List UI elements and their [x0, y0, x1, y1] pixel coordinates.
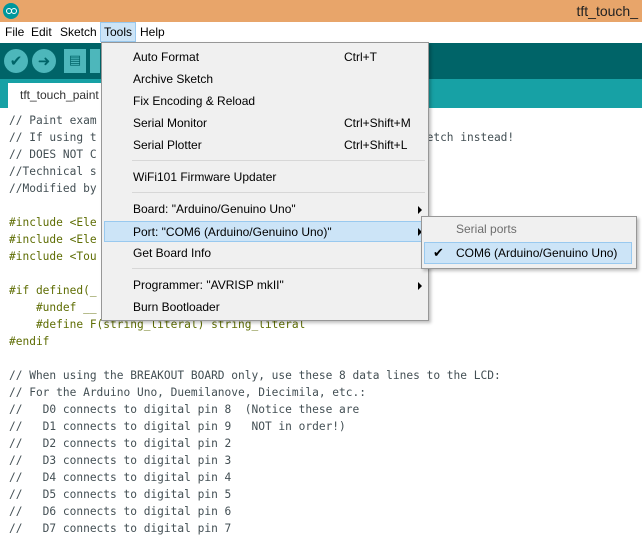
menu-edit[interactable]: Edit	[28, 22, 55, 42]
arduino-logo-icon	[3, 3, 19, 19]
tools-menu: Auto Format Ctrl+T Archive Sketch Fix En…	[101, 42, 429, 321]
menu-separator	[132, 192, 425, 193]
menu-item-get-board-info[interactable]: Get Board Info	[104, 243, 426, 264]
menu-item-fix-encoding[interactable]: Fix Encoding & Reload	[104, 91, 426, 112]
menu-item-board[interactable]: Board: "Arduino/Genuino Uno"	[104, 199, 426, 220]
new-sketch-icon[interactable]: ▤	[64, 49, 86, 73]
code-line: // D7 connects to digital pin 7	[9, 522, 232, 535]
verify-icon[interactable]: ✔	[4, 49, 28, 73]
menu-item-archive-sketch[interactable]: Archive Sketch	[104, 69, 426, 90]
menu-file[interactable]: File	[2, 22, 27, 42]
menu-item-wifi101-updater[interactable]: WiFi101 Firmware Updater	[104, 167, 426, 188]
menu-item-serial-monitor[interactable]: Serial Monitor Ctrl+Shift+M	[104, 113, 426, 134]
code-line: // When using the BREAKOUT BOARD only, u…	[9, 369, 501, 382]
title-bar: tft_touch_	[0, 0, 642, 22]
code-line: // D2 connects to digital pin 2	[9, 437, 232, 450]
code-line: #if defined(_	[9, 284, 97, 297]
open-sketch-icon[interactable]	[90, 49, 100, 73]
menu-bar: File Edit Sketch Tools Help	[0, 22, 642, 44]
tab-tft-touch-paint[interactable]: tft_touch_paint	[8, 83, 111, 108]
check-icon: ✔	[433, 245, 444, 260]
upload-icon[interactable]: ➜	[32, 49, 56, 73]
code-line: #endif	[9, 335, 50, 348]
menu-item-burn-bootloader[interactable]: Burn Bootloader	[104, 297, 426, 318]
menu-separator	[132, 160, 425, 161]
menu-help[interactable]: Help	[137, 22, 168, 42]
code-line: //Modified by	[9, 182, 97, 195]
port-com6[interactable]: ✔ COM6 (Arduino/Genuino Uno)	[424, 242, 632, 264]
menu-item-serial-plotter[interactable]: Serial Plotter Ctrl+Shift+L	[104, 135, 426, 156]
code-line: // D3 connects to digital pin 3	[9, 454, 232, 467]
menu-separator	[132, 268, 425, 269]
code-line: // D1 connects to digital pin 9 NOT in o…	[9, 420, 346, 433]
submenu-arrow-icon	[418, 206, 422, 214]
code-line: #include <Ele	[9, 216, 97, 229]
menu-tools[interactable]: Tools	[100, 22, 137, 42]
code-line: // D6 connects to digital pin 6	[9, 505, 232, 518]
code-line: // D5 connects to digital pin 5	[9, 488, 232, 501]
code-line: #include <Ele	[9, 233, 97, 246]
code-line: //Technical s	[9, 165, 97, 178]
window-title: tft_touch_	[576, 3, 639, 19]
code-line: // Paint exam	[9, 114, 97, 127]
menu-sketch[interactable]: Sketch	[57, 22, 100, 42]
code-line: #include <Tou	[9, 250, 97, 263]
code-line: // D4 connects to digital pin 4	[9, 471, 232, 484]
code-line: #undef __	[9, 301, 97, 314]
menu-item-port[interactable]: Port: "COM6 (Arduino/Genuino Uno)"	[104, 221, 426, 242]
code-line: // DOES NOT C	[9, 148, 97, 161]
serial-ports-header: Serial ports	[456, 222, 517, 236]
code-line: // For the Arduino Uno, Duemilanove, Die…	[9, 386, 366, 399]
submenu-arrow-icon	[418, 282, 422, 290]
port-submenu: Serial ports ✔ COM6 (Arduino/Genuino Uno…	[421, 216, 637, 269]
code-line: // D0 connects to digital pin 8 (Notice …	[9, 403, 360, 416]
menu-item-auto-format[interactable]: Auto Format Ctrl+T	[104, 47, 426, 68]
menu-item-programmer[interactable]: Programmer: "AVRISP mkII"	[104, 275, 426, 296]
